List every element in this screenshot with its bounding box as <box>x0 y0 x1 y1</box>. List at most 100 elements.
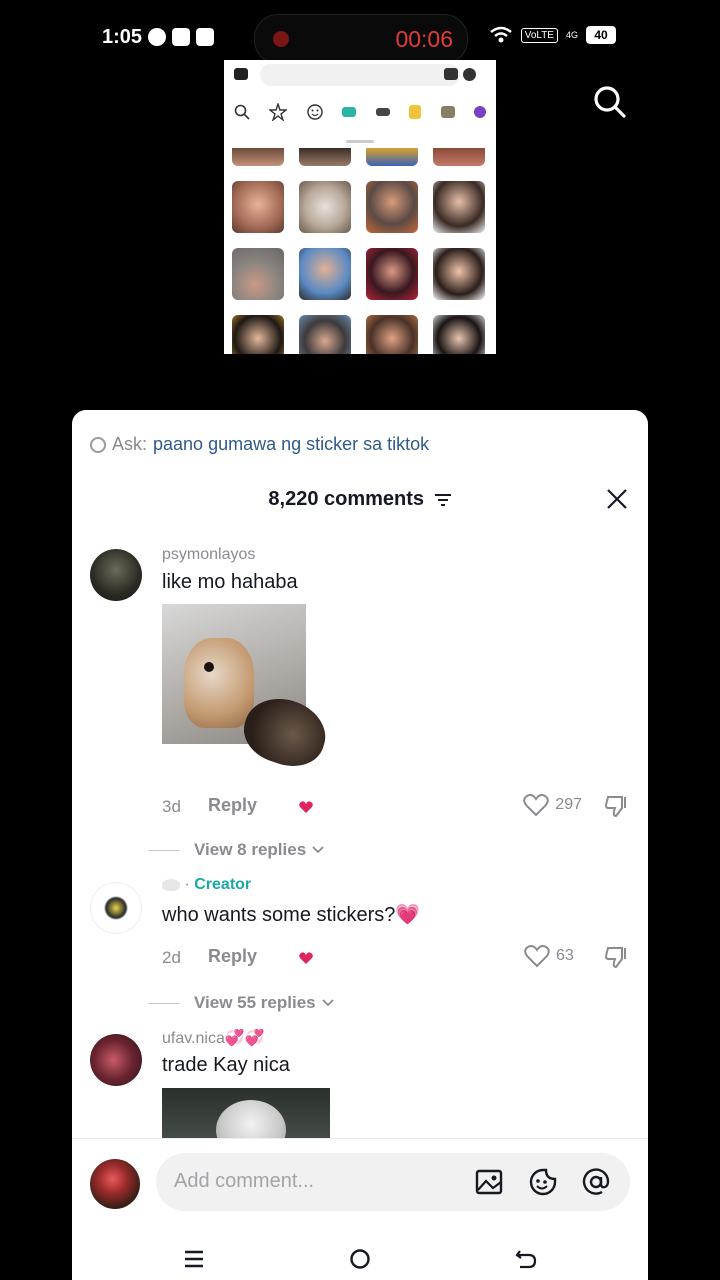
image-icon[interactable] <box>474 1167 504 1197</box>
comment-text: like mo hahaba <box>162 571 298 593</box>
username-separator: · <box>184 876 195 893</box>
dislike-icon[interactable] <box>604 794 630 818</box>
sticker-thumb[interactable] <box>299 315 351 354</box>
wifi-icon <box>489 26 512 43</box>
sticker-thumb[interactable] <box>433 248 485 300</box>
ask-query-link[interactable]: paano gumawa ng sticker sa tiktok <box>153 434 429 455</box>
sticker-thumb[interactable] <box>299 148 351 166</box>
add-comment-input[interactable]: Add comment... <box>156 1153 630 1211</box>
sticker-thumb[interactable] <box>366 315 418 354</box>
heart-icon[interactable] <box>524 944 550 968</box>
status-time: 1:05 <box>102 26 143 48</box>
liked-by-creator-icon <box>299 801 313 813</box>
sticker-pack-icon-4 <box>440 106 455 118</box>
video-preview[interactable] <box>224 60 496 354</box>
comment-username[interactable]: psymonlayos <box>162 546 255 564</box>
recording-timer: 00:06 <box>395 26 453 52</box>
sticker-thumb[interactable] <box>232 315 284 354</box>
smiley-icon <box>307 104 323 120</box>
comment-age: 3d <box>162 797 181 816</box>
chevron-down-icon <box>312 846 324 854</box>
volte-badge: VoLTE <box>520 27 558 43</box>
keyboard-search-bar <box>260 64 460 86</box>
sticker-thumb[interactable] <box>232 148 284 166</box>
ask-label: Ask: <box>112 434 148 454</box>
like-count: 63 <box>556 947 574 964</box>
comments-header: 8,220 comments <box>72 488 648 511</box>
notification-icons <box>148 28 214 46</box>
comment-text: trade Kay nica <box>162 1054 290 1076</box>
sticker-pack-icon-3 <box>409 105 422 119</box>
comment-age: 2d <box>162 948 181 967</box>
comment-item: · Creator who wants some stickers?💗 2d R… <box>72 876 648 1026</box>
sticker-thumb[interactable] <box>366 248 418 300</box>
add-comment-placeholder: Add comment... <box>174 1170 315 1192</box>
sticker-pack-icon-2 <box>375 108 390 116</box>
ask-ai-icon <box>90 436 106 453</box>
sticker-smiley-icon[interactable] <box>528 1167 558 1197</box>
sticker-thumb[interactable] <box>232 248 284 300</box>
sticker-thumb[interactable] <box>232 181 284 233</box>
comment-item: psymonlayos like mo hahaba 3d Reply 297 … <box>72 546 648 859</box>
chevron-down-icon <box>321 999 334 1007</box>
home-icon[interactable] <box>348 1247 372 1271</box>
video-call-icon <box>172 28 190 46</box>
view-replies-label: View 8 replies <box>194 840 307 859</box>
ask-suggestion[interactable]: Ask: paano gumawa ng sticker sa tiktok <box>90 434 429 455</box>
screen-recording-pill[interactable]: 00:06 <box>254 14 468 64</box>
comment-count: 8,220 comments <box>268 488 425 510</box>
messenger-icon <box>148 28 166 46</box>
keyboard-top-bar <box>224 60 496 90</box>
view-replies-button[interactable]: View 8 replies <box>148 840 324 860</box>
comment-item: ufav.nica💞💞 trade Kay nica <box>72 1028 648 1140</box>
avatar[interactable] <box>90 882 142 934</box>
comment-username[interactable]: · Creator <box>162 876 251 894</box>
reply-button[interactable]: Reply <box>208 946 257 967</box>
sticker-thumb[interactable] <box>366 148 418 166</box>
sticker-pack-icon-5 <box>474 106 487 118</box>
comment-composer: Add comment... <box>72 1138 648 1280</box>
divider-line <box>148 849 180 851</box>
comments-sheet: Ask: paano gumawa ng sticker sa tiktok 8… <box>72 410 648 1280</box>
sticker-thumb[interactable] <box>433 148 485 166</box>
camera-icon <box>234 68 248 80</box>
comment-sticker-image[interactable] <box>162 604 334 776</box>
heart-icon[interactable] <box>523 793 550 817</box>
comment-sticker-image[interactable] <box>162 1088 330 1140</box>
like-control[interactable]: 297 <box>523 793 582 817</box>
battery-icon: 40 <box>586 26 616 44</box>
my-avatar <box>90 1159 140 1209</box>
reply-button[interactable]: Reply <box>208 795 257 816</box>
username-dove-icon <box>162 878 180 891</box>
star-icon <box>269 103 288 121</box>
liked-by-creator-icon <box>299 952 313 964</box>
comment-username[interactable]: ufav.nica💞💞 <box>162 1028 265 1048</box>
dislike-icon[interactable] <box>604 945 630 969</box>
divider-line <box>148 1002 180 1004</box>
creator-badge: Creator <box>194 876 252 893</box>
emoji-icon <box>463 68 476 81</box>
system-navigation-bar <box>72 1237 648 1280</box>
sticker-thumb[interactable] <box>299 248 351 300</box>
view-replies-button[interactable]: View 55 replies <box>148 993 334 1013</box>
sticker-thumb[interactable] <box>366 181 418 233</box>
mention-icon[interactable] <box>581 1167 611 1197</box>
like-count: 297 <box>555 796 582 813</box>
shop-icon <box>196 28 214 46</box>
system-indicators: VoLTE 4G 40 <box>489 26 616 44</box>
sticker-thumb[interactable] <box>433 315 485 354</box>
sticker-thumb[interactable] <box>433 181 485 233</box>
back-icon[interactable] <box>514 1247 538 1271</box>
sticker-grid <box>232 181 485 354</box>
sticker-thumb[interactable] <box>299 181 351 233</box>
search-icon[interactable] <box>590 82 630 122</box>
close-icon[interactable] <box>606 488 628 510</box>
like-control[interactable]: 63 <box>524 944 582 968</box>
recording-dot-icon <box>273 31 289 47</box>
avatar[interactable] <box>90 1034 142 1086</box>
sticker-category-row <box>224 98 496 126</box>
comment-text: who wants some stickers?💗 <box>162 904 421 926</box>
avatar[interactable] <box>90 549 142 601</box>
recent-apps-icon[interactable] <box>182 1247 206 1271</box>
sort-filter-icon[interactable] <box>434 492 452 508</box>
